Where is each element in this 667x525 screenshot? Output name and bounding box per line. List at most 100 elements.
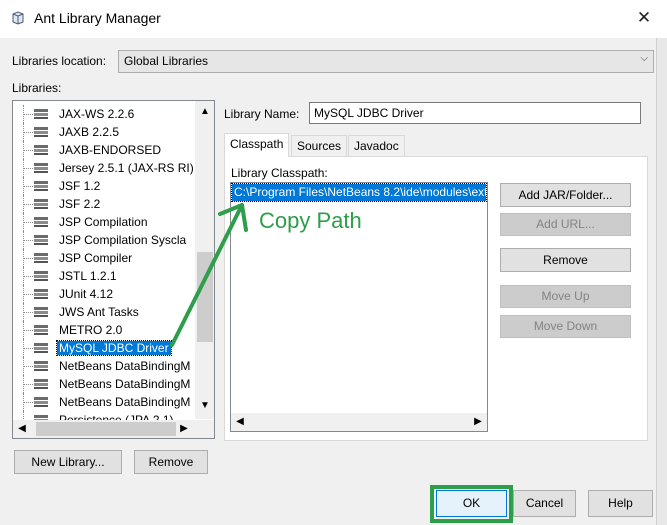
add-jar-folder-button[interactable]: Add JAR/Folder... (500, 183, 631, 207)
close-button[interactable]: ✕ (622, 2, 666, 34)
library-name-input[interactable]: MySQL JDBC Driver (309, 102, 641, 124)
scroll-left-icon[interactable]: ◀ (232, 414, 248, 430)
library-list-item[interactable]: NetBeans DataBindingM (13, 375, 195, 393)
library-jar-icon (34, 163, 48, 173)
library-list-item[interactable]: MySQL JDBC Driver (13, 339, 195, 357)
library-jar-icon (34, 289, 48, 299)
library-list-item[interactable]: JSP Compiler (13, 249, 195, 267)
tree-dash (23, 168, 33, 169)
tree-dash (23, 132, 33, 133)
tree-dash (23, 402, 33, 403)
tree-dash (23, 330, 33, 331)
libraries-location-select[interactable]: Global Libraries ⌵ (118, 50, 654, 73)
library-classpath-label: Library Classpath: (231, 166, 328, 180)
help-button[interactable]: Help (588, 490, 653, 517)
classpath-item[interactable]: C:\Program Files\NetBeans 8.2\ide\module… (231, 183, 487, 202)
libraries-list[interactable]: JAX-WS 2.2.6 JAXB 2.2.5 JAXB-ENDORSED Jerse… (12, 100, 215, 439)
library-item-label: NetBeans DataBindingM (59, 395, 191, 409)
library-item-label: JSF 2.2 (59, 197, 101, 211)
libraries-label: Libraries: (12, 81, 62, 95)
library-list-item[interactable]: JSP Compilation Syscla (13, 231, 195, 249)
library-list-item[interactable]: JUnit 4.12 (13, 285, 195, 303)
library-item-label: NetBeans DataBindingM (59, 377, 191, 391)
chevron-down-icon: ⌵ (640, 53, 648, 64)
tab-classpath[interactable]: Classpath (224, 133, 290, 157)
coffee-cup-icon (12, 11, 24, 25)
tab-sources[interactable]: Sources (291, 135, 348, 156)
library-item-label: JSTL 1.2.1 (59, 269, 117, 283)
scroll-left-icon[interactable]: ◀ (14, 421, 30, 437)
library-jar-icon (34, 109, 48, 119)
library-item-label: JSF 1.2 (59, 179, 101, 193)
library-jar-icon (34, 325, 48, 335)
library-item-label: METRO 2.0 (59, 323, 123, 337)
move-down-button[interactable]: Move Down (500, 315, 631, 338)
library-item-label: JSP Compilation Syscla (59, 233, 187, 247)
library-jar-icon (34, 199, 48, 209)
library-item-label: JAXB-ENDORSED (59, 143, 162, 157)
library-list-item[interactable]: JSF 1.2 (13, 177, 195, 195)
tree-dash (23, 312, 33, 313)
library-list-item[interactable]: JSF 2.2 (13, 195, 195, 213)
scroll-right-icon[interactable]: ▶ (176, 421, 192, 437)
tree-dash (23, 186, 33, 187)
tree-dash (23, 348, 33, 349)
scroll-right-icon[interactable]: ▶ (470, 414, 486, 430)
tree-dash (23, 114, 33, 115)
libraries-hscroll-thumb[interactable] (36, 422, 176, 436)
library-jar-icon (34, 307, 48, 317)
ok-button[interactable]: OK (436, 490, 507, 517)
window-edge (656, 38, 667, 525)
library-list-item[interactable]: JSTL 1.2.1 (13, 267, 195, 285)
library-item-label: JSP Compilation (59, 215, 148, 229)
tree-dash (23, 222, 33, 223)
library-jar-icon (34, 145, 48, 155)
library-jar-icon (34, 343, 48, 353)
library-jar-icon (34, 235, 48, 245)
library-jar-icon (34, 379, 48, 389)
tree-dash (23, 204, 33, 205)
library-list-item[interactable]: NetBeans DataBindingM (13, 393, 195, 411)
library-list-item[interactable]: JAXB-ENDORSED (13, 141, 195, 159)
cancel-button[interactable]: Cancel (513, 490, 576, 517)
library-list-item[interactable]: JWS Ant Tasks (13, 303, 195, 321)
remove-library-button[interactable]: Remove (134, 450, 208, 474)
library-jar-icon (34, 253, 48, 263)
classpath-horizontal-scrollbar[interactable] (231, 413, 487, 431)
scroll-down-icon[interactable]: ▼ (197, 398, 213, 414)
tree-dash (23, 366, 33, 367)
libraries-location-label: Libraries location: (12, 54, 107, 68)
copy-path-annotation: Copy Path (259, 208, 362, 233)
libraries-location-value: Global Libraries (124, 54, 209, 68)
library-item-label: MySQL JDBC Driver (56, 340, 172, 356)
library-list-item[interactable]: JAXB 2.2.5 (13, 123, 195, 141)
window-title: Ant Library Manager (34, 10, 161, 26)
library-item-label: JUnit 4.12 (59, 287, 114, 301)
library-name-label: Library Name: (224, 107, 300, 121)
library-item-label: JSP Compiler (59, 251, 133, 265)
library-jar-icon (34, 181, 48, 191)
library-item-label: Jersey 2.5.1 (JAX-RS RI) (59, 161, 194, 175)
tree-dash (23, 258, 33, 259)
add-url-button[interactable]: Add URL... (500, 213, 631, 236)
tree-dash (23, 294, 33, 295)
scroll-up-icon[interactable]: ▲ (197, 104, 213, 120)
library-list-item[interactable]: Jersey 2.5.1 (JAX-RS RI) (13, 159, 195, 177)
library-item-label: JAXB 2.2.5 (59, 125, 120, 139)
tree-dash (23, 276, 33, 277)
tree-dash (23, 240, 33, 241)
new-library-button[interactable]: New Library... (14, 450, 122, 474)
move-up-button[interactable]: Move Up (500, 285, 631, 308)
remove-classpath-button[interactable]: Remove (500, 248, 631, 272)
tree-dash (23, 150, 33, 151)
library-jar-icon (34, 127, 48, 137)
library-jar-icon (34, 271, 48, 281)
library-list-item[interactable]: METRO 2.0 (13, 321, 195, 339)
tab-javadoc[interactable]: Javadoc (348, 135, 405, 156)
library-list-item[interactable]: NetBeans DataBindingM (13, 357, 195, 375)
tree-dash (23, 384, 33, 385)
library-list-item[interactable]: JAX-WS 2.2.6 (13, 105, 195, 123)
scroll-corner (195, 420, 214, 438)
libraries-scroll-thumb[interactable] (197, 252, 213, 342)
library-list-item[interactable]: JSP Compilation (13, 213, 195, 231)
